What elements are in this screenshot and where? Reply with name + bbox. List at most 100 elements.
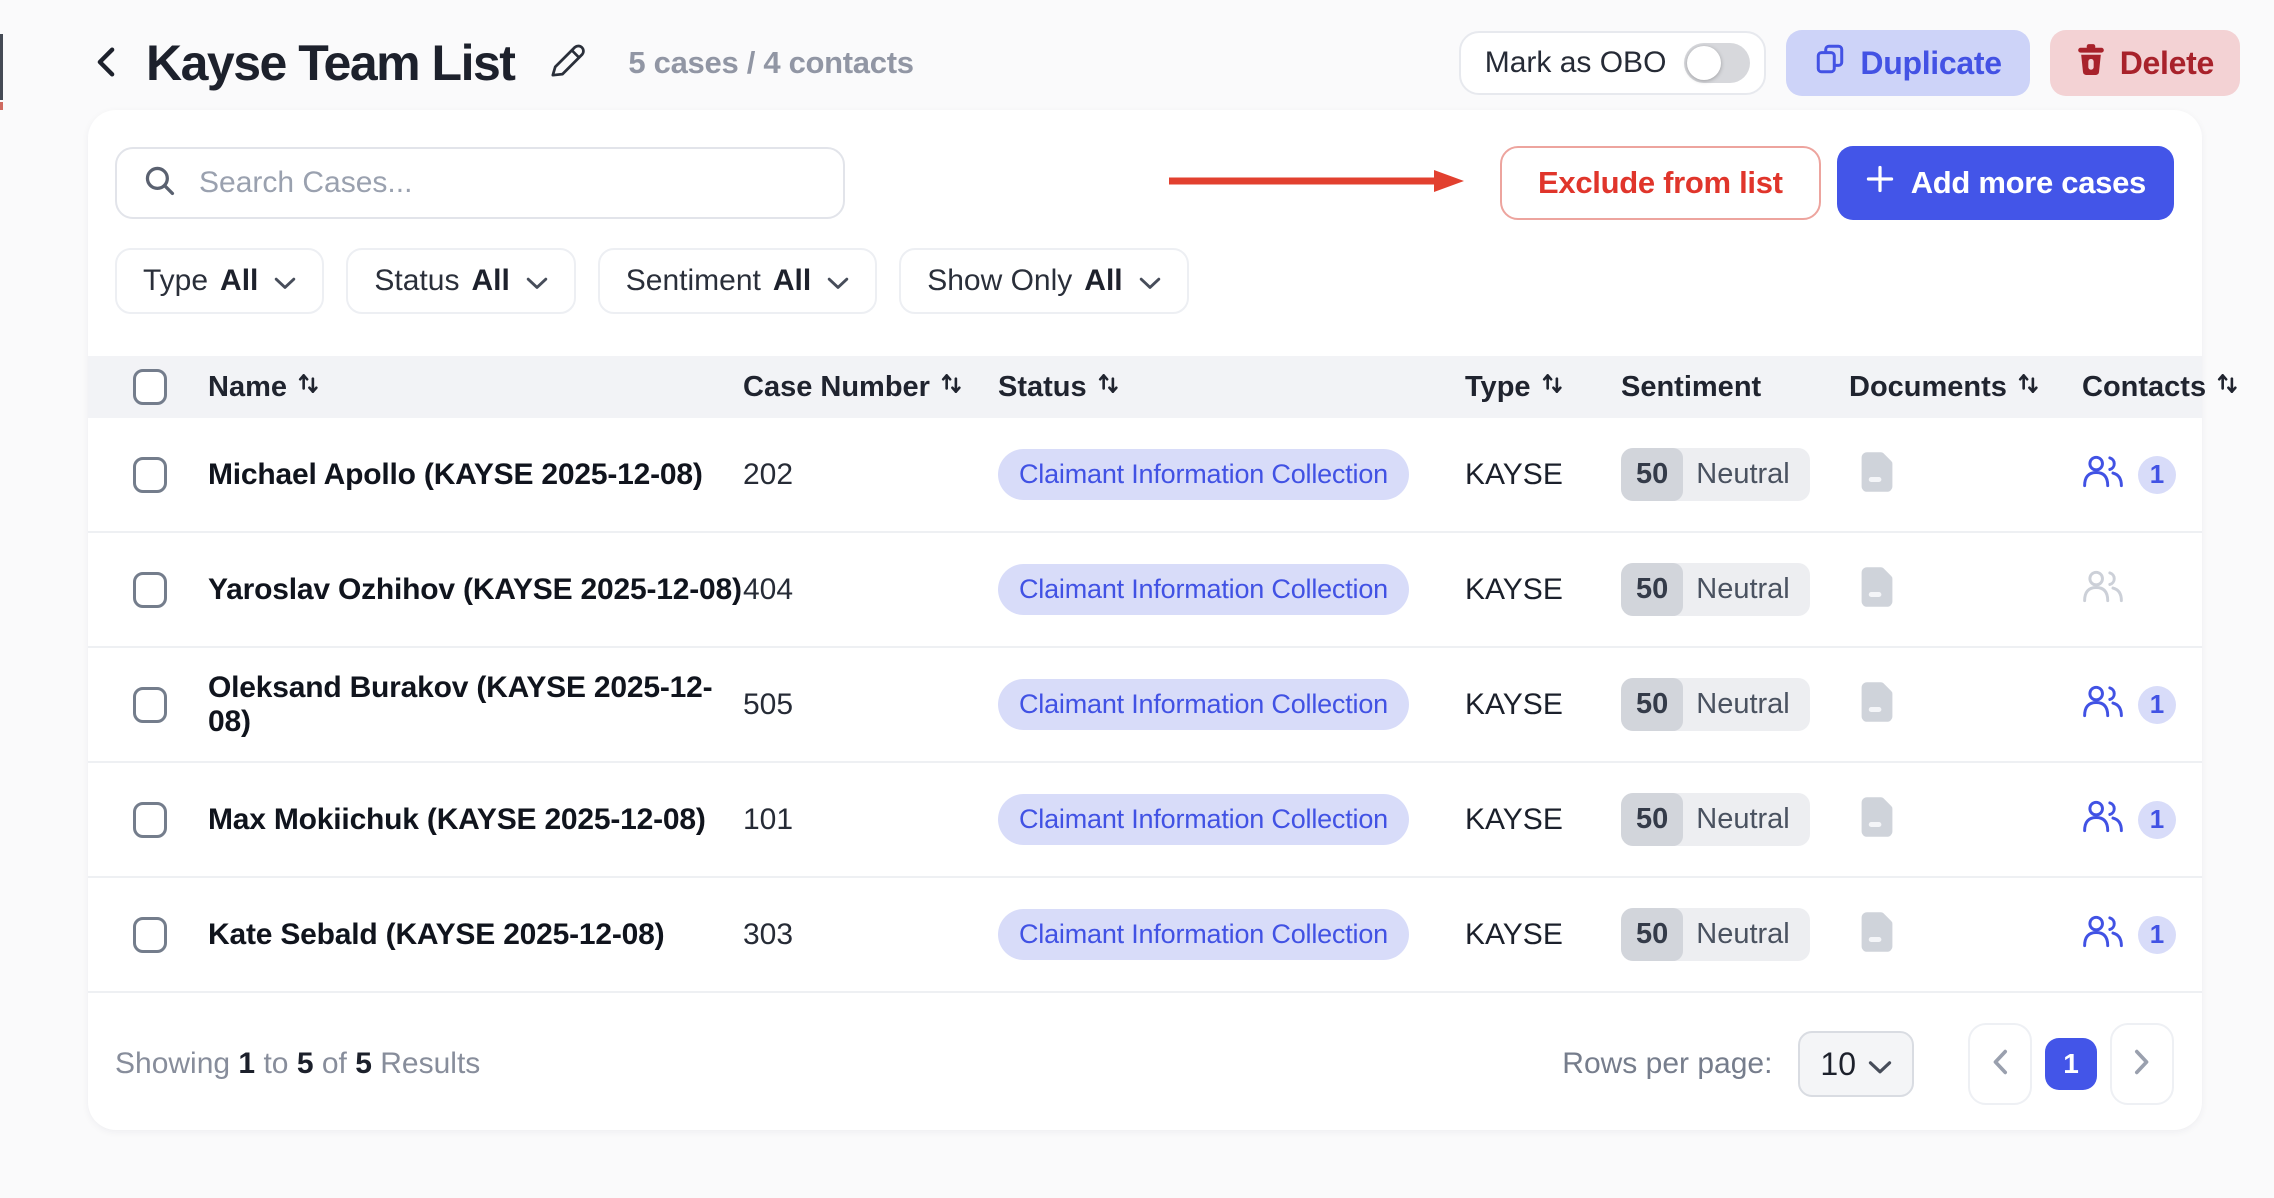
row-select-cell	[133, 687, 208, 723]
case-name: Oleksand Burakov (KAYSE 2025-12-08)	[208, 671, 743, 739]
row-checkbox[interactable]	[133, 917, 167, 953]
documents-cell[interactable]	[1849, 565, 2082, 614]
case-name: Yaroslav Ozhihov (KAYSE 2025-12-08)	[208, 573, 743, 607]
arrows-up-down-icon	[1097, 370, 1119, 404]
table-row[interactable]: Yaroslav Ozhihov (KAYSE 2025-12-08) 404 …	[88, 533, 2202, 648]
sentiment-cell: 50 Neutral	[1621, 448, 1849, 501]
status-badge: Claimant Information Collection	[998, 909, 1409, 960]
column-header-status[interactable]: Status	[998, 370, 1465, 404]
column-header-documents[interactable]: Documents	[1849, 370, 2082, 404]
status-badge: Claimant Information Collection	[998, 449, 1409, 500]
contacts-cell[interactable]: 1	[2082, 913, 2202, 956]
status-badge: Claimant Information Collection	[998, 679, 1409, 730]
file-icon	[1857, 450, 1897, 499]
search-input[interactable]	[197, 165, 817, 201]
sentiment-badge: 50 Neutral	[1621, 793, 1810, 846]
case-name: Kate Sebald (KAYSE 2025-12-08)	[208, 918, 743, 952]
arrows-up-down-icon	[940, 370, 962, 404]
sentiment-label: Neutral	[1683, 458, 1810, 491]
row-checkbox[interactable]	[133, 687, 167, 723]
chevron-down-icon	[522, 264, 548, 298]
row-checkbox[interactable]	[133, 457, 167, 493]
delete-button[interactable]: Delete	[2050, 30, 2240, 96]
column-header-sentiment[interactable]: Sentiment	[1621, 371, 1849, 404]
case-number: 101	[743, 803, 998, 837]
current-page-indicator[interactable]: 1	[2045, 1038, 2097, 1090]
case-type: KAYSE	[1465, 688, 1621, 722]
status-badge: Claimant Information Collection	[998, 564, 1409, 615]
case-type: KAYSE	[1465, 458, 1621, 492]
case-number: 303	[743, 918, 998, 952]
row-select-cell	[133, 917, 208, 953]
row-checkbox[interactable]	[133, 572, 167, 608]
page-header: Kayse Team List 5 cases / 4 contacts Mar…	[0, 0, 2274, 96]
users-icon	[2082, 913, 2124, 956]
contacts-cell[interactable]	[2082, 568, 2202, 611]
table-row[interactable]: Max Mokiichuk (KAYSE 2025-12-08) 101 Cla…	[88, 763, 2202, 878]
documents-cell[interactable]	[1849, 680, 2082, 729]
arrows-up-down-icon	[1541, 370, 1563, 404]
row-select-cell	[133, 572, 208, 608]
left-edge-scroll-artifact	[0, 34, 3, 100]
next-page-button[interactable]	[2110, 1023, 2174, 1105]
sentiment-cell: 50 Neutral	[1621, 793, 1849, 846]
documents-cell[interactable]	[1849, 450, 2082, 499]
mark-as-obo-control: Mark as OBO	[1459, 31, 1767, 95]
table-row[interactable]: Oleksand Burakov (KAYSE 2025-12-08) 505 …	[88, 648, 2202, 763]
exclude-from-list-button[interactable]: Exclude from list	[1500, 146, 1821, 220]
contacts-cell[interactable]: 1	[2082, 798, 2202, 841]
column-header-name[interactable]: Name	[208, 370, 743, 404]
range-start: 1	[238, 1047, 255, 1080]
add-more-cases-button[interactable]: Add more cases	[1837, 146, 2174, 220]
sentiment-score: 50	[1621, 908, 1683, 961]
chevron-down-icon	[270, 264, 296, 298]
case-number: 505	[743, 688, 998, 722]
mark-as-obo-label: Mark as OBO	[1485, 46, 1667, 80]
edit-title-button[interactable]	[546, 40, 588, 87]
users-icon	[2082, 453, 2124, 496]
previous-page-button[interactable]	[1968, 1023, 2032, 1105]
contact-count-badge: 1	[2138, 456, 2176, 494]
table-row[interactable]: Kate Sebald (KAYSE 2025-12-08) 303 Claim…	[88, 878, 2202, 993]
chevron-right-icon	[2133, 1049, 2151, 1080]
sentiment-label: Neutral	[1683, 688, 1810, 721]
pagination: 1	[1968, 1023, 2174, 1105]
column-header-case-number[interactable]: Case Number	[743, 370, 998, 404]
documents-cell[interactable]	[1849, 795, 2082, 844]
sentiment-badge: 50 Neutral	[1621, 908, 1810, 961]
documents-cell[interactable]	[1849, 910, 2082, 959]
filter-chip-type[interactable]: Type All	[115, 248, 324, 314]
table-row[interactable]: Michael Apollo (KAYSE 2025-12-08) 202 Cl…	[88, 418, 2202, 533]
select-all-checkbox[interactable]	[133, 369, 167, 405]
search-box	[115, 147, 845, 219]
case-number: 202	[743, 458, 998, 492]
column-header-contacts[interactable]: Contacts	[2082, 370, 2238, 404]
file-icon	[1857, 565, 1897, 614]
filter-chip-status[interactable]: Status All	[346, 248, 575, 314]
filter-chip-sentiment[interactable]: Sentiment All	[598, 248, 877, 314]
table-header-row: Name Case Number Status Type Sentiment D…	[88, 356, 2202, 418]
users-icon	[2082, 683, 2124, 726]
mark-as-obo-toggle[interactable]	[1684, 43, 1750, 83]
duplicate-button[interactable]: Duplicate	[1786, 30, 2029, 96]
case-name: Max Mokiichuk (KAYSE 2025-12-08)	[208, 803, 743, 837]
filter-bar: Type All Status All Sentiment All Show O…	[88, 220, 2202, 314]
column-header-type[interactable]: Type	[1465, 370, 1621, 404]
rows-per-page-label: Rows per page:	[1562, 1047, 1772, 1081]
filter-chip-show-only[interactable]: Show Only All	[899, 248, 1188, 314]
status-cell: Claimant Information Collection	[998, 679, 1465, 730]
contacts-cell[interactable]: 1	[2082, 683, 2202, 726]
row-checkbox[interactable]	[133, 802, 167, 838]
users-icon	[2082, 798, 2124, 841]
trash-icon	[2076, 43, 2106, 83]
file-icon	[1857, 680, 1897, 729]
contacts-cell[interactable]: 1	[2082, 453, 2202, 496]
left-edge-scroll-artifact-red	[0, 102, 3, 110]
status-cell: Claimant Information Collection	[998, 794, 1465, 845]
total-results: 5	[355, 1047, 372, 1080]
contact-count-badge: 1	[2138, 801, 2176, 839]
back-button[interactable]	[92, 47, 120, 80]
case-contact-count: 5 cases / 4 contacts	[628, 45, 913, 81]
rows-per-page-select[interactable]: 10	[1798, 1031, 1914, 1097]
sentiment-cell: 50 Neutral	[1621, 908, 1849, 961]
